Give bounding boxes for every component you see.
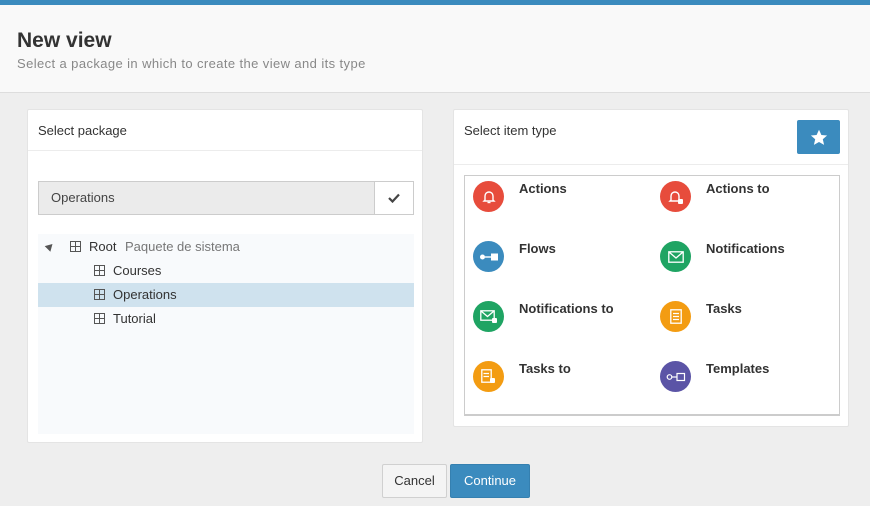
tree-node-label: Courses	[113, 263, 162, 278]
item-type-label: Tasks	[706, 301, 742, 316]
task-icon	[660, 301, 691, 332]
tree-node-tutorial[interactable]: Tutorial	[38, 307, 414, 331]
envelope-icon	[660, 241, 691, 272]
item-type-label: Flows	[519, 241, 556, 256]
bell-user-icon	[660, 181, 691, 212]
item-type-label: Tasks to	[519, 361, 571, 376]
item-type-label: Templates	[706, 361, 770, 376]
item-type-notifications[interactable]: Notifications	[660, 241, 840, 281]
package-input[interactable]: Operations	[39, 182, 374, 214]
package-icon	[94, 265, 105, 276]
divider	[454, 164, 848, 165]
item-type-tasks-to[interactable]: Tasks to	[473, 361, 653, 401]
item-type-tasks[interactable]: Tasks	[660, 301, 840, 341]
item-type-label: Notifications to	[519, 301, 614, 316]
item-type-panel: Select item type Actions Actions to Flow…	[453, 109, 849, 427]
divider	[28, 150, 422, 151]
envelope-user-icon	[473, 301, 504, 332]
item-type-label: Notifications	[706, 241, 785, 256]
item-type-panel-title: Select item type	[464, 123, 557, 138]
tree-node-root[interactable]: Root Paquete de sistema	[38, 235, 414, 259]
collapse-triangle-icon[interactable]	[44, 241, 56, 252]
item-type-templates[interactable]: Templates	[660, 361, 840, 401]
item-type-label: Actions	[519, 181, 567, 196]
dialog-header: New view Select a package in which to cr…	[0, 5, 870, 93]
flow-icon	[473, 241, 504, 272]
package-icon	[94, 289, 105, 300]
continue-button[interactable]: Continue	[450, 464, 530, 498]
package-icon	[94, 313, 105, 324]
bell-icon	[473, 181, 504, 212]
tree-node-label: Root	[89, 239, 117, 254]
package-panel: Select package Operations Root Paquete d…	[27, 109, 423, 443]
tree-node-label: Operations	[113, 287, 177, 302]
task-user-icon	[473, 361, 504, 392]
check-icon	[388, 193, 400, 203]
dialog-subtitle: Select a package in which to create the …	[17, 56, 366, 71]
item-type-notifications-to[interactable]: Notifications to	[473, 301, 653, 341]
item-type-label: Actions to	[706, 181, 770, 196]
favorites-button[interactable]	[797, 120, 840, 154]
package-icon	[70, 241, 81, 252]
package-panel-title: Select package	[38, 123, 127, 138]
star-icon	[810, 129, 827, 145]
package-tree: Root Paquete de sistema Courses Operatio…	[38, 234, 414, 434]
tree-node-operations[interactable]: Operations	[38, 283, 414, 307]
item-type-actions[interactable]: Actions	[473, 181, 653, 221]
package-field: Operations	[38, 181, 414, 215]
cancel-button[interactable]: Cancel	[382, 464, 447, 498]
item-type-list: Actions Actions to Flows Notifications N…	[464, 175, 840, 416]
item-type-actions-to[interactable]: Actions to	[660, 181, 840, 221]
tree-node-label: Tutorial	[113, 311, 156, 326]
tree-node-description: Paquete de sistema	[125, 239, 240, 254]
item-type-flows[interactable]: Flows	[473, 241, 653, 281]
confirm-package-button[interactable]	[374, 182, 413, 214]
dialog-title: New view	[17, 29, 112, 52]
template-icon	[660, 361, 691, 392]
tree-node-courses[interactable]: Courses	[38, 259, 414, 283]
